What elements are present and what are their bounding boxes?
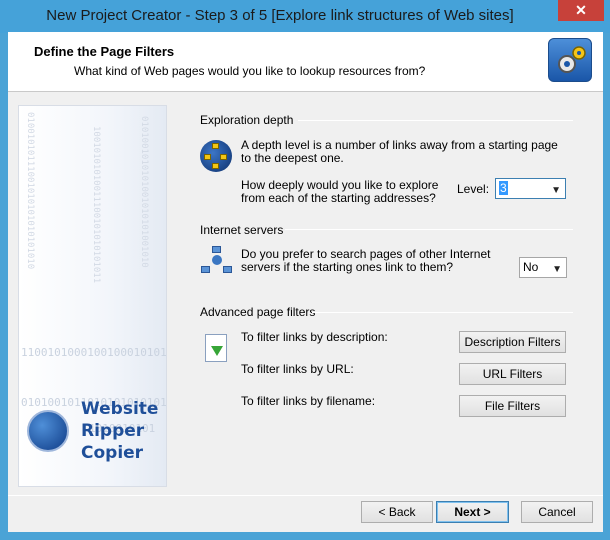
close-button[interactable]: ✕ <box>558 0 604 21</box>
globe-icon <box>27 410 69 452</box>
logo-line-3: Copier <box>81 443 144 463</box>
other-servers-select[interactable]: No ▼ <box>519 257 567 278</box>
level-value: 3 <box>499 181 508 195</box>
binary-column-1: 01001010111001010101010101010 <box>25 112 35 270</box>
url-filter-label: To filter links by URL: <box>241 362 354 376</box>
exploration-depth-heading: Exploration depth <box>200 113 294 127</box>
product-logo: Website Ripper Copier <box>81 398 158 464</box>
description-filter-label: To filter links by description: <box>241 330 388 344</box>
filter-icon <box>205 334 227 362</box>
divider <box>285 229 573 230</box>
servers-question: Do you prefer to search pages of other I… <box>241 247 491 274</box>
depth-question: How deeply would you like to explore fro… <box>241 178 439 205</box>
wizard-side-banner: 01001010111001010101010101010 1001010101… <box>18 105 167 487</box>
network-servers-icon <box>201 246 233 276</box>
chevron-down-icon[interactable]: ▼ <box>551 181 561 200</box>
url-filters-button[interactable]: URL Filters <box>459 363 566 385</box>
title-bar[interactable]: New Project Creator - Step 3 of 5 [Explo… <box>0 0 610 33</box>
wizard-window: New Project Creator - Step 3 of 5 [Explo… <box>0 0 610 540</box>
page-title: Define the Page Filters <box>34 44 175 59</box>
other-servers-value: No <box>523 260 539 274</box>
advanced-filters-heading: Advanced page filters <box>200 305 316 319</box>
wizard-header: Define the Page Filters What kind of Web… <box>8 32 603 92</box>
link-tree-icon <box>200 140 232 172</box>
binary-column-3: 0101001010101001010101001010 <box>139 116 149 268</box>
footer-divider <box>8 495 603 496</box>
window-title: New Project Creator - Step 3 of 5 [Explo… <box>46 7 514 24</box>
divider <box>298 120 573 121</box>
logo-line-1: Website <box>81 399 159 419</box>
description-filters-button[interactable]: Description Filters <box>459 331 566 353</box>
depth-description: A depth level is a number of links away … <box>241 138 558 165</box>
divider <box>312 312 573 313</box>
dialog-client-area: Define the Page Filters What kind of Web… <box>8 32 603 532</box>
binary-column-2: 10010101010011100101010101011 <box>91 126 101 284</box>
back-button[interactable]: < Back <box>361 501 433 523</box>
filename-filter-label: To filter links by filename: <box>241 394 376 408</box>
file-filters-button[interactable]: File Filters <box>459 395 566 417</box>
page-subtitle: What kind of Web pages would you like to… <box>74 64 426 78</box>
level-select[interactable]: 3 ▼ <box>495 178 566 199</box>
internet-servers-heading: Internet servers <box>200 223 284 237</box>
binary-row-1: 1100101000100100010101 <box>21 346 167 359</box>
next-button[interactable]: Next > <box>436 501 509 523</box>
cancel-button[interactable]: Cancel <box>521 501 593 523</box>
gears-icon <box>548 38 592 82</box>
chevron-down-icon[interactable]: ▼ <box>552 260 562 279</box>
logo-line-2: Ripper <box>81 421 145 441</box>
level-label: Level: <box>457 182 490 196</box>
